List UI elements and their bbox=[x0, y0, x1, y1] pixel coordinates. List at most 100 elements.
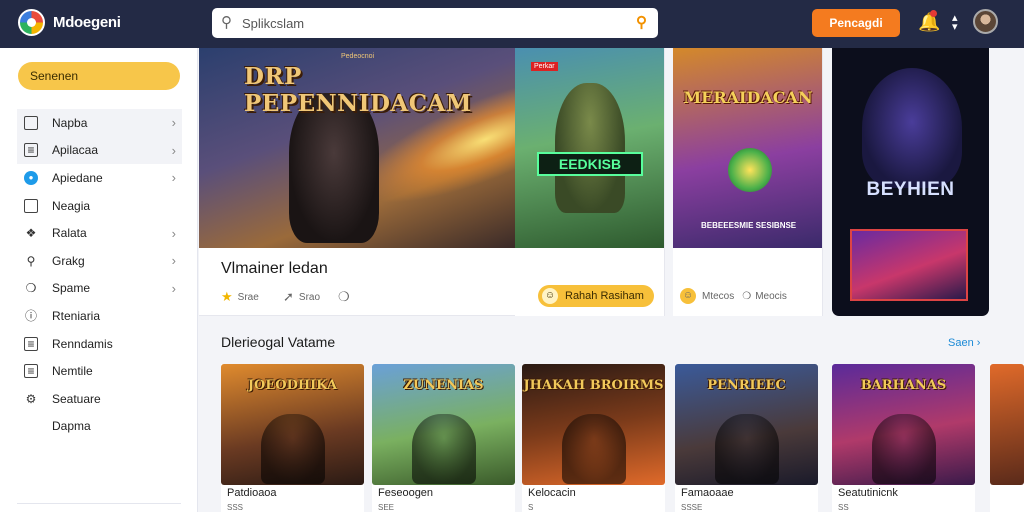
sidebar-item-label: Napba bbox=[52, 115, 88, 130]
see-all-label: Saen bbox=[948, 337, 974, 349]
game-tile-art bbox=[990, 364, 1024, 485]
poster-scene-art bbox=[850, 229, 968, 301]
sidebar-item-dapma[interactable]: Dapma bbox=[17, 413, 182, 441]
card-orange-meta-2: Meocis bbox=[755, 290, 787, 302]
game-tile[interactable] bbox=[990, 364, 1024, 512]
chevron-right-icon: › bbox=[171, 253, 176, 269]
blank-icon bbox=[24, 419, 38, 433]
pin-icon: ➚ bbox=[283, 289, 294, 304]
search-bar[interactable]: ⚲ ⚲ bbox=[212, 8, 658, 38]
hero-info-panel: Vlmainer ledan ★ Srae ➚ Srao ❍ bbox=[199, 248, 515, 316]
card-green-art: Perkar EEDKISB bbox=[515, 48, 664, 248]
card-orange-art-bottom: BEBEEESMIE SESIBNSE bbox=[701, 221, 797, 230]
app-title: Mdoegeni bbox=[53, 14, 121, 31]
sidebar-nav: Napba › ≡ Apilacaa › ● Apiedane › Neagia… bbox=[17, 109, 182, 440]
sidebar-item-spame[interactable]: ❍ Spame › bbox=[17, 275, 182, 303]
info-icon: ⓘ bbox=[24, 309, 37, 324]
sidebar-item-ralata[interactable]: ❖ Ralata › bbox=[17, 219, 182, 247]
notification-bell-icon[interactable]: 🔔 bbox=[918, 10, 940, 34]
tag-icon: ❍ bbox=[25, 281, 37, 296]
card-orange-orb bbox=[728, 148, 772, 192]
tile-name: Feseoogen bbox=[378, 487, 434, 499]
tile-art-title: PENRIEEC bbox=[707, 378, 786, 393]
sidebar-item-nemtile[interactable]: ≡ Nemtile bbox=[17, 357, 182, 385]
app-logo-icon[interactable] bbox=[18, 9, 45, 36]
sidebar-item-label: Apilacaa bbox=[52, 143, 99, 158]
sidebar-item-label: Rteniaria bbox=[52, 308, 101, 323]
sidebar-item-grakg[interactable]: ⚲ Grakg › bbox=[17, 247, 182, 275]
hooded-character bbox=[555, 83, 625, 213]
search-input[interactable] bbox=[242, 14, 622, 32]
tile-character bbox=[562, 414, 626, 484]
sidebar-item-label: Ralata bbox=[52, 226, 87, 241]
hero-pin[interactable]: ➚ Srao bbox=[283, 289, 320, 305]
list-icon: ≡ bbox=[24, 364, 38, 379]
chevron-right-icon: › bbox=[976, 337, 981, 349]
see-all-link[interactable]: Saen › bbox=[948, 337, 980, 349]
star-icon: ★ bbox=[221, 289, 233, 304]
user-avatar[interactable] bbox=[973, 9, 998, 34]
square-icon bbox=[24, 115, 38, 130]
card-green-action-button[interactable]: ☺ Rahah Rasiham bbox=[538, 285, 654, 307]
game-tile-art: JHAKAH BROIRMS bbox=[522, 364, 665, 485]
tile-character bbox=[261, 414, 325, 484]
game-tile[interactable]: JHAKAH BROIRMS Kelocacin S bbox=[522, 364, 665, 512]
sidebar-item-apiedane[interactable]: ● Apiedane › bbox=[17, 164, 182, 192]
game-tile[interactable]: ZUNENIAS Feseoogen SEE bbox=[372, 364, 515, 512]
card-orange-art-title: MERAIDACAN bbox=[683, 88, 813, 107]
hero-tag[interactable]: ❍ bbox=[338, 289, 355, 305]
card-green-tag: Perkar bbox=[531, 62, 558, 71]
chevron-right-icon: › bbox=[171, 280, 176, 296]
tile-art-title: JOEODHIKA bbox=[247, 378, 338, 393]
sidebar-item-neagia[interactable]: Neagia bbox=[17, 192, 182, 220]
tile-name: Patdioaoa bbox=[227, 487, 277, 499]
tile-sub: SEE bbox=[378, 503, 395, 512]
hero-game-name[interactable]: Vlmainer ledan bbox=[221, 260, 328, 278]
sidebar-item-rteniaria[interactable]: ⓘ Rteniaria bbox=[17, 302, 182, 330]
tile-sub: SSS bbox=[227, 503, 244, 512]
tile-name: Kelocacin bbox=[528, 487, 576, 499]
sidebar-item-apilacaa[interactable]: ≡ Apilacaa › bbox=[17, 136, 182, 165]
chevron-right-icon: › bbox=[171, 115, 176, 131]
sidebar-item-napba[interactable]: Napba › bbox=[17, 109, 182, 137]
featured-card-green[interactable]: Perkar EEDKISB ☺ Rahah Rasiham bbox=[515, 48, 665, 316]
sidebar-item-seatuare[interactable]: ⚙ Seatuare bbox=[17, 385, 182, 413]
primary-cta-button[interactable]: Pencagdi bbox=[812, 9, 900, 37]
tile-character bbox=[715, 414, 779, 484]
tile-art-title: BARHANAS bbox=[860, 378, 947, 393]
sidebar-item-label: Nemtile bbox=[52, 364, 93, 379]
tile-name: Famaoaae bbox=[681, 487, 734, 499]
chevron-right-icon: › bbox=[171, 142, 176, 158]
game-tile[interactable]: PENRIEEC Famaoaae SSSE bbox=[675, 364, 818, 512]
featured-card-orange[interactable]: MERAIDACAN BEBEEESMIE SESIBNSE ☺ Mtecos … bbox=[673, 48, 823, 316]
card-orange-meta-1: Mtecos bbox=[702, 290, 735, 302]
document-icon: ≡ bbox=[24, 143, 38, 158]
hero-art-subtitle: Pedeocnoi bbox=[341, 53, 375, 60]
game-tile-art: ZUNENIAS bbox=[372, 364, 515, 485]
top-bar: Mdoegeni ⚲ ⚲ Pencagdi 🔔 ▴▾ bbox=[0, 0, 1024, 48]
game-tile-art: JOEODHIKA bbox=[221, 364, 364, 485]
sort-arrows-icon[interactable]: ▴ ▾ bbox=[952, 13, 958, 33]
sidebar-item-label: Seatuare bbox=[52, 391, 101, 406]
sidebar-primary-button[interactable]: Senenen bbox=[18, 62, 180, 90]
featured-poster[interactable]: BEYHIEN bbox=[832, 48, 989, 316]
tile-art-title: JHAKAH BROIRMS bbox=[523, 378, 664, 393]
card-green-art-label: EEDKISB bbox=[537, 152, 643, 176]
sidebar-item-renndamis[interactable]: ≡ Renndamis bbox=[17, 330, 182, 358]
sidebar-item-label: Grakg bbox=[52, 253, 85, 268]
featured-hero-image[interactable]: Pedeocnoi DRP PEPENNIDACAM bbox=[199, 48, 515, 248]
search-icon: ⚲ bbox=[221, 14, 232, 31]
hero-meta-label: Srao bbox=[298, 291, 321, 303]
grid-icon: ≡ bbox=[24, 336, 38, 351]
poster-beast-art bbox=[862, 68, 962, 188]
settings-icon: ⚙ bbox=[25, 391, 37, 406]
game-tile[interactable]: JOEODHIKA Patdioaoa SSS bbox=[221, 364, 364, 512]
hero-art-title: DRP PEPENNIDACAM bbox=[244, 63, 472, 117]
game-tile[interactable]: BARHANAS Seatutinicnk SS bbox=[832, 364, 975, 512]
tile-character bbox=[872, 414, 936, 484]
sidebar-item-label: Apiedane bbox=[52, 170, 103, 185]
poster-title: BEYHIEN bbox=[866, 179, 955, 200]
tag-icon: ❍ bbox=[338, 289, 350, 304]
section-title: Dlerieogal Vatame bbox=[221, 334, 336, 350]
search-submit-icon[interactable]: ⚲ bbox=[636, 13, 647, 31]
